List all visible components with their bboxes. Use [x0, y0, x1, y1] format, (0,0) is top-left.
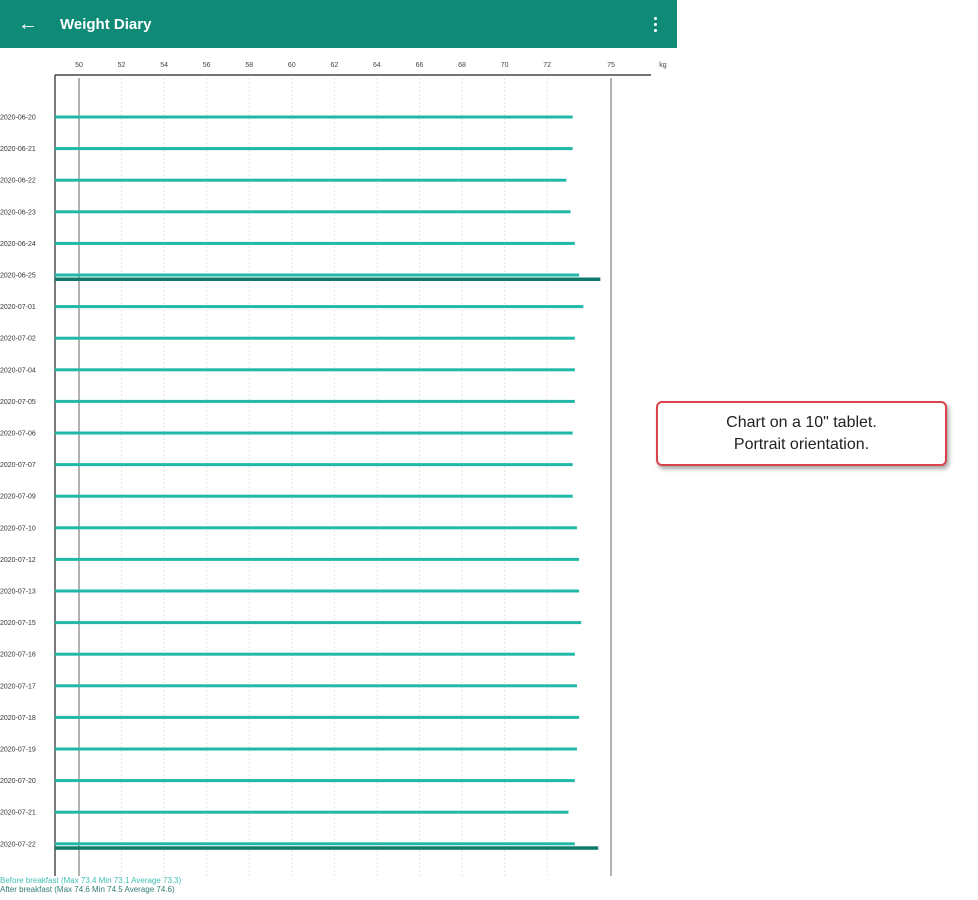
y-tick-label: 2020-07-01: [0, 304, 36, 311]
bar-before-breakfast: [55, 241, 575, 245]
bar-before-breakfast: [55, 747, 577, 751]
bar-before-breakfast: [55, 589, 580, 593]
x-tick-label: 66: [416, 62, 424, 69]
page-title: Weight Diary: [60, 15, 152, 33]
bar-before-breakfast: [55, 494, 573, 498]
y-tick-label: 2020-07-19: [0, 747, 36, 754]
bar-after-breakfast: [55, 846, 599, 850]
legend-before-breakfast: Before breakfast (Max 73.4 Min 73.1 Aver…: [0, 876, 182, 885]
bar-before-breakfast: [55, 810, 569, 814]
y-tick-label: 2020-07-12: [0, 557, 36, 564]
bar-before-breakfast: [55, 526, 577, 530]
y-tick-label: 2020-06-22: [0, 178, 36, 185]
callout-line-1: Chart on a 10" tablet.: [726, 413, 877, 431]
bar-before-breakfast: [55, 557, 580, 561]
bar-before-breakfast: [55, 115, 573, 119]
y-tick-label: 2020-07-17: [0, 683, 36, 690]
y-tick-label: 2020-07-20: [0, 778, 36, 785]
annotation-callout: Chart on a 10" tablet. Portrait orientat…: [656, 401, 947, 466]
more-vert-icon: [653, 16, 657, 20]
y-tick-label: 2020-07-21: [0, 810, 36, 817]
bar-before-breakfast: [55, 842, 575, 846]
weight-chart: 50 52 54 56 58 60 62 64 66 68 70 72 75 kg 2020-06-20 20…: [0, 62, 667, 876]
back-button[interactable]: ←: [0, 0, 56, 48]
x-tick-label: 50: [75, 62, 83, 69]
bar-before-breakfast: [55, 779, 575, 783]
x-tick-label: 60: [288, 62, 296, 69]
bar-before-breakfast: [55, 178, 567, 182]
app-bar: ← Weight Diary: [0, 0, 677, 48]
y-tick-label: 2020-07-02: [0, 336, 36, 343]
y-tick-label: 2020-06-21: [0, 146, 36, 153]
bar-after-breakfast: [55, 277, 601, 281]
bar-before-breakfast: [55, 684, 577, 688]
bar-before-breakfast: [55, 336, 575, 340]
bar-before-breakfast: [55, 621, 582, 625]
x-tick-label: 52: [118, 62, 126, 69]
bar-before-breakfast: [55, 652, 575, 656]
x-tick-label: 70: [501, 62, 509, 69]
y-tick-label: 2020-07-06: [0, 431, 36, 438]
chart-legend: Before breakfast (Max 73.4 Min 73.1 Aver…: [0, 876, 181, 894]
y-tick-label: 2020-06-25: [0, 273, 36, 280]
bar-before-breakfast: [55, 273, 580, 277]
y-tick-label: 2020-07-10: [0, 525, 36, 532]
callout-line-2: Portrait orientation.: [733, 435, 870, 453]
x-tick-label: 56: [203, 62, 211, 69]
y-tick-label: 2020-07-13: [0, 589, 36, 596]
x-tick-label: 75: [607, 62, 615, 69]
x-tick-label: 58: [245, 62, 253, 69]
x-tick-label: 64: [373, 62, 381, 69]
y-tick-label: 2020-07-04: [0, 367, 36, 374]
y-tick-label: 2020-07-15: [0, 620, 36, 627]
bar-before-breakfast: [55, 368, 575, 372]
bar-before-breakfast: [55, 210, 571, 214]
y-tick-label: 2020-07-16: [0, 652, 36, 659]
bar-before-breakfast: [55, 147, 573, 151]
bar-before-breakfast: [55, 399, 575, 403]
x-unit-label: kg: [659, 62, 667, 69]
y-tick-label: 2020-06-23: [0, 209, 36, 216]
y-tick-label: 2020-07-05: [0, 399, 36, 406]
x-tick-label: 62: [330, 62, 338, 69]
y-tick-label: 2020-07-22: [0, 841, 36, 848]
y-tick-label: 2020-06-20: [0, 115, 36, 122]
x-tick-label: 54: [160, 62, 168, 69]
bar-before-breakfast: [55, 431, 573, 435]
y-tick-label: 2020-07-18: [0, 715, 36, 722]
y-tick-label: 2020-06-24: [0, 241, 36, 248]
bar-before-breakfast: [55, 305, 584, 309]
more-options-button[interactable]: [645, 12, 665, 36]
arrow-left-icon: ←: [18, 12, 38, 35]
x-tick-label: 72: [543, 62, 551, 69]
x-tick-label: 68: [458, 62, 466, 69]
y-tick-label: 2020-07-07: [0, 462, 36, 469]
y-tick-label: 2020-07-09: [0, 494, 36, 501]
bar-before-breakfast: [55, 463, 573, 467]
bar-before-breakfast: [55, 715, 580, 719]
legend-after-breakfast: After breakfast (Max 74.6 Min 74.5 Avera…: [0, 885, 175, 894]
